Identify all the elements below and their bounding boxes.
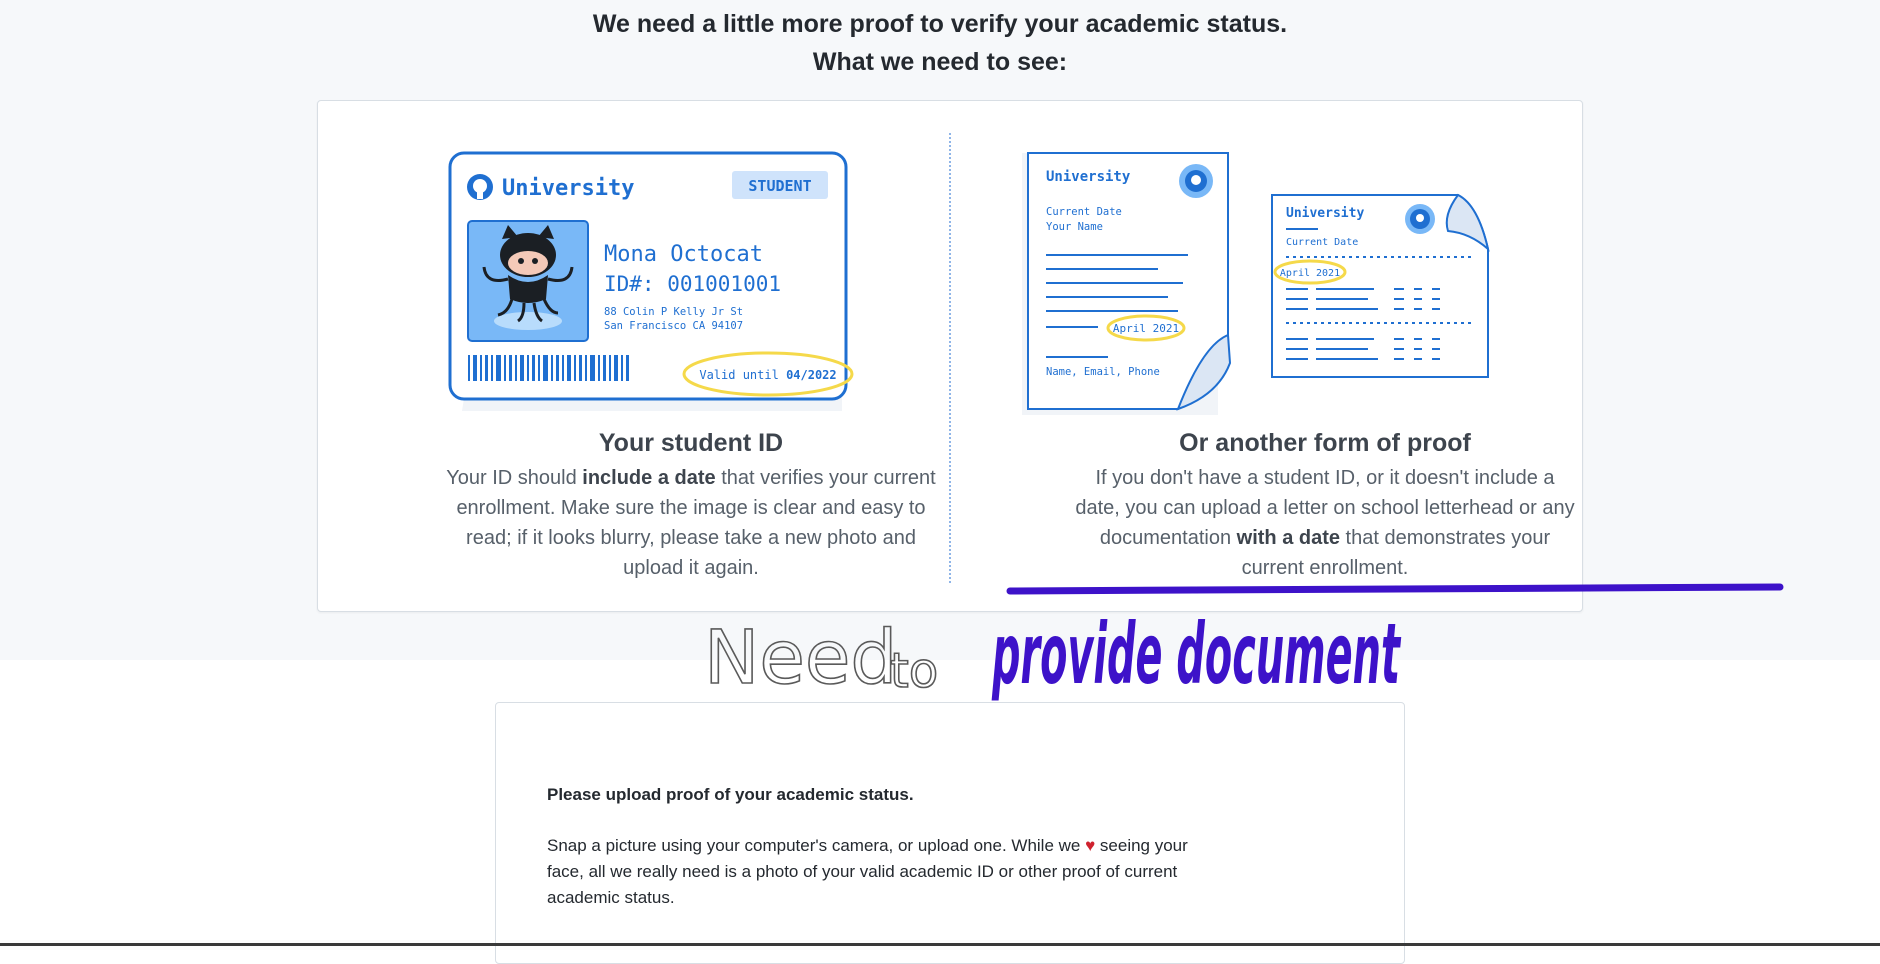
doc1-footer: Name, Email, Phone [1046,366,1160,378]
other-proof-title: Or another form of proof [1179,429,1471,457]
github-logo-icon [467,174,493,200]
id-valid-until: Valid until 04/2022 [699,368,836,382]
doc1-current-date: Current Date [1046,206,1122,218]
doc2-date-value: April 2021 [1280,268,1340,279]
upload-instructions: Snap a picture using your computer's cam… [547,836,1188,907]
student-badge: STUDENT [748,177,811,195]
column-divider [949,133,951,583]
annotation-word-to: to [890,643,938,699]
doc1-date-value: April 2021 [1113,322,1179,335]
student-id-illustration: University STUDENT Mona Octocat ID#: 001… [448,151,854,411]
id-address-line1: 88 Colin P Kelly Jr St [604,306,743,318]
doc1-university: University [1046,169,1131,185]
student-id-title: Your student ID [598,429,784,457]
doc1-your-name: Your Name [1046,221,1103,233]
github-logo-icon [1179,164,1213,198]
octocat-photo [467,220,589,342]
upload-title: Please upload proof of your academic sta… [547,785,914,804]
id-university-text: University [502,176,634,201]
annotation-word-need: Need [704,615,897,701]
page-subheading: What we need to see: [812,48,1068,76]
doc2-university: University [1286,206,1364,221]
heart-icon: ♥ [1085,836,1096,855]
id-name-text: Mona Octocat [604,242,763,267]
documents-illustration: University Current Date Your Name April … [1022,152,1490,415]
github-logo-icon [1405,204,1435,234]
page-heading: We need a little more proof to verify yo… [592,10,1288,38]
id-number-text: ID#: 001001001 [604,272,781,296]
id-address-line2: San Francisco CA 94107 [604,320,743,332]
upload-card: Please upload proof of your academic sta… [495,702,1405,964]
doc2-current-date: Current Date [1286,237,1358,248]
annotation-word-provide: provide document [992,605,1402,703]
proof-examples-panel: University STUDENT Mona Octocat ID#: 001… [317,100,1583,612]
